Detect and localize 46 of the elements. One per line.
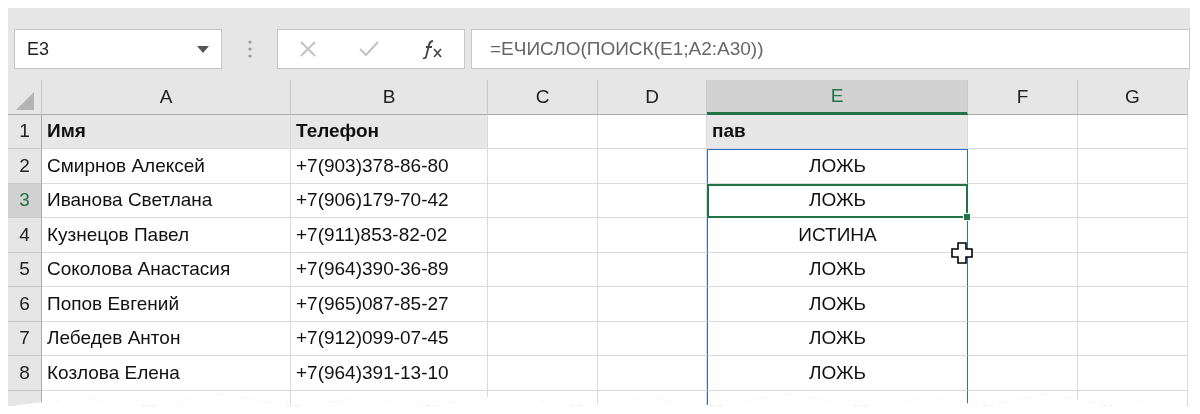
name-box[interactable]: E3: [14, 29, 222, 69]
cell[interactable]: ЛОЖЬ: [707, 149, 968, 184]
cell[interactable]: +7(964)390-36-89: [291, 252, 488, 287]
cell[interactable]: ЛОЖЬ: [707, 183, 968, 218]
cell[interactable]: +7(912)099-07-45: [291, 321, 488, 356]
cell[interactable]: Попов Евгений: [42, 287, 291, 322]
column-header[interactable]: G: [1078, 80, 1188, 115]
row-header[interactable]: 7: [8, 321, 42, 356]
cell[interactable]: Кузнецов Павел: [42, 218, 291, 253]
fill-handle[interactable]: [963, 213, 971, 221]
grip-icon: [247, 39, 252, 59]
column-header[interactable]: A: [42, 80, 291, 115]
cell[interactable]: +7(903)378-86-80: [291, 149, 488, 184]
cursor-icon: [951, 241, 973, 264]
select-all-corner[interactable]: [8, 80, 42, 115]
cell[interactable]: ЛОЖЬ: [707, 321, 968, 356]
column-header[interactable]: D: [598, 80, 707, 115]
cell[interactable]: Иванова Светлана: [42, 183, 291, 218]
cell[interactable]: ЛОЖЬ: [707, 287, 968, 322]
column-header[interactable]: B: [291, 80, 488, 115]
dropdown-icon[interactable]: [197, 45, 209, 53]
row-header[interactable]: 1: [8, 114, 42, 149]
cell[interactable]: Соколова Анастасия: [42, 252, 291, 287]
row-header[interactable]: 4: [8, 218, 42, 253]
cell[interactable]: Телефон: [291, 114, 488, 149]
cell[interactable]: +7(965)087-85-27: [291, 287, 488, 322]
row-header[interactable]: 8: [8, 356, 42, 391]
formula-bar[interactable]: =ЕЧИСЛО(ПОИСК(E1;A2:A30)): [471, 29, 1190, 69]
cell[interactable]: +7(964)391-13-10: [291, 356, 488, 391]
cell[interactable]: Имя: [42, 114, 291, 149]
cell[interactable]: ЛОЖЬ: [707, 356, 968, 391]
corner-triangle-icon[interactable]: [16, 91, 34, 110]
cell[interactable]: Смирнов Алексей: [42, 149, 291, 184]
cell[interactable]: пав: [707, 114, 968, 149]
column-header[interactable]: C: [488, 80, 598, 115]
row-header[interactable]: 2: [8, 149, 42, 184]
column-header[interactable]: E: [707, 80, 968, 115]
row-header[interactable]: 3: [8, 183, 42, 218]
cell[interactable]: +7(906)179-70-42: [291, 183, 488, 218]
cell[interactable]: +7(911)853-82-02: [291, 218, 488, 253]
cell[interactable]: Козлова Елена: [42, 356, 291, 391]
cell[interactable]: Лебедев Антон: [42, 321, 291, 356]
function-icon[interactable]: [421, 39, 444, 59]
row-header[interactable]: 5: [8, 252, 42, 287]
column-header[interactable]: F: [968, 80, 1078, 115]
row-header[interactable]: 6: [8, 287, 42, 322]
